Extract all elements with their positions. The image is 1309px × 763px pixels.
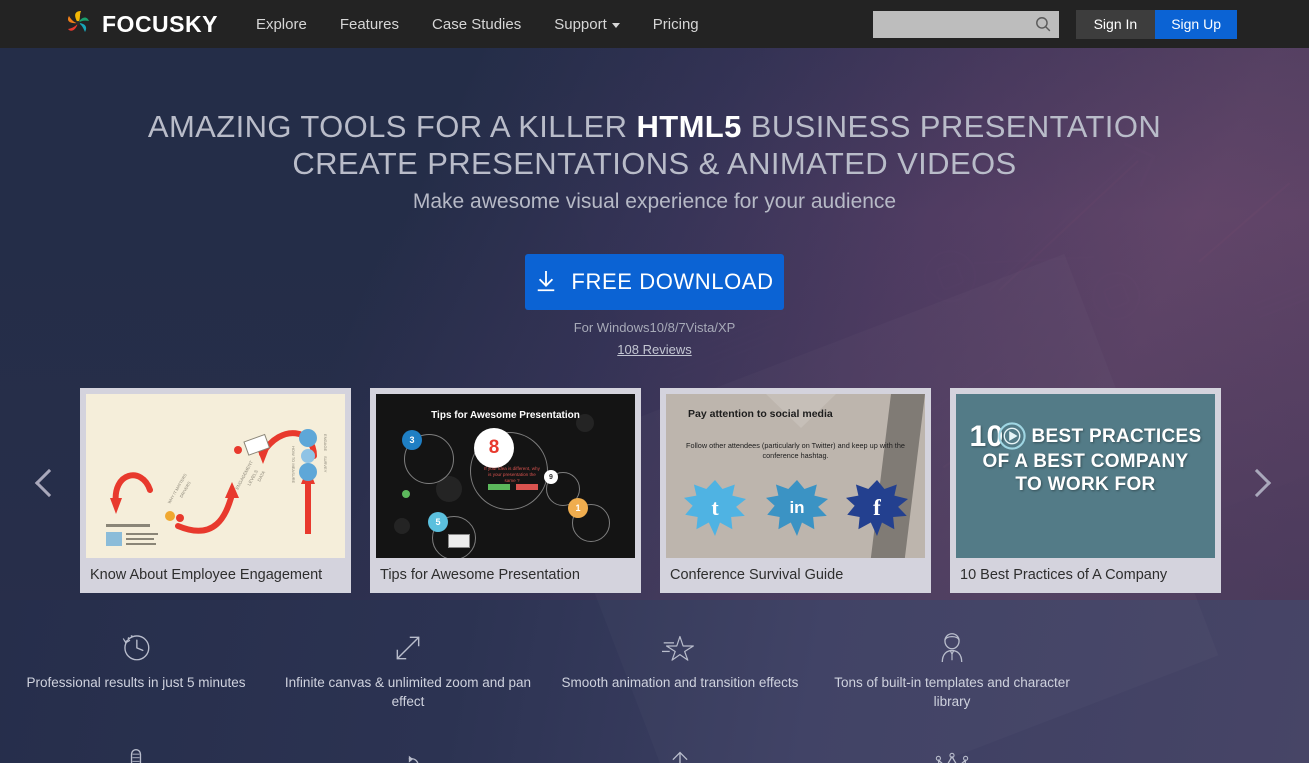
- sign-up-button[interactable]: Sign Up: [1155, 10, 1237, 39]
- nav-item-support-label: Support: [554, 16, 607, 33]
- reviews-link-wrap: 108 Reviews: [0, 341, 1309, 359]
- focusky-pinwheel-logo-icon: [62, 8, 94, 40]
- hero-headline-line2: CREATE PRESENTATIONS & ANIMATED VIDEOS: [0, 145, 1309, 182]
- nav-item-case-studies-label: Case Studies: [432, 16, 521, 33]
- search-box[interactable]: [873, 11, 1059, 38]
- carousel-card-3-thumbnail: Pay attention to social media Follow oth…: [666, 394, 925, 558]
- card4-line2: BEST PRACTICES: [1032, 425, 1202, 448]
- carousel-card-2-title: Tips for Awesome Presentation: [376, 558, 635, 593]
- play-circle-icon: [998, 422, 1026, 450]
- carousel-card-3[interactable]: Pay attention to social media Follow oth…: [660, 388, 931, 593]
- feature-professional-results-label: Professional results in just 5 minutes: [12, 673, 260, 692]
- chevron-right-icon: [1243, 469, 1271, 497]
- crown-icon: [828, 737, 1076, 763]
- os-compatibility-note: For Windows10/8/7Vista/XP: [0, 320, 1309, 335]
- features-row-2: [0, 737, 1309, 763]
- carousel-card-2-slide-title: Tips for Awesome Presentation: [376, 410, 635, 421]
- carousel-card-3-title: Conference Survival Guide: [666, 558, 925, 593]
- carousel-card-3-subtext: Follow other attendees (particularly on …: [674, 441, 917, 461]
- top-navigation-bar: FOCUSKY Explore Features Case Studies Su…: [0, 0, 1309, 48]
- carousel-card-1[interactable]: HOW TO MEASURE ENGAGE SURVEY WH: [80, 388, 351, 593]
- primary-nav-links: Explore Features Case Studies Support Pr…: [256, 16, 699, 33]
- feature-sync: [272, 737, 544, 763]
- nav-item-pricing[interactable]: Pricing: [653, 16, 699, 33]
- feature-premium-crown: [816, 737, 1088, 763]
- nav-right-group: Sign In Sign Up: [873, 10, 1237, 39]
- card4-line3: OF A BEST COMPANY: [956, 450, 1215, 473]
- nav-item-explore[interactable]: Explore: [256, 16, 307, 33]
- nav-item-support[interactable]: Support: [554, 16, 620, 33]
- feature-smooth-animation: Smooth animation and transition effects: [544, 620, 816, 711]
- svg-text:SURVEY: SURVEY: [323, 456, 328, 473]
- person-character-icon: [828, 620, 1076, 664]
- feature-publish-upload: [544, 737, 816, 763]
- bubble-9: 9: [544, 470, 558, 484]
- carousel-prev-button[interactable]: [34, 458, 64, 508]
- hero-headline-part2: BUSINESS PRESENTATION: [742, 109, 1161, 144]
- bubble-3: 3: [402, 430, 422, 450]
- hero-headline: AMAZING TOOLS FOR A KILLER HTML5 BUSINES…: [0, 108, 1309, 182]
- hero-headline-html5: HTML5: [636, 109, 741, 144]
- carousel-card-list: HOW TO MEASURE ENGAGE SURVEY WH: [0, 388, 1309, 593]
- carousel-card-2-thumbnail: Tips for Awesome Presentation 3 8 If you…: [376, 394, 635, 558]
- chevron-down-icon: [612, 23, 620, 28]
- feature-voice-recording: [0, 737, 272, 763]
- bubble-1: 1: [568, 498, 588, 518]
- brand-logo[interactable]: FOCUSKY: [62, 8, 218, 40]
- reviews-link[interactable]: 108 Reviews: [617, 342, 691, 357]
- template-carousel: HOW TO MEASURE ENGAGE SURVEY WH: [0, 388, 1309, 593]
- svg-text:ENGAGE: ENGAGE: [323, 434, 328, 451]
- hero-headline-line1: AMAZING TOOLS FOR A KILLER HTML5 BUSINES…: [0, 108, 1309, 145]
- hero-subheadline: Make awesome visual experience for your …: [0, 190, 1309, 214]
- feature-infinite-canvas: Infinite canvas & unlimited zoom and pan…: [272, 620, 544, 711]
- hero-cta-wrapper: FREE DOWNLOAD: [0, 254, 1309, 310]
- carousel-card-2[interactable]: Tips for Awesome Presentation 3 8 If you…: [370, 388, 641, 593]
- feature-professional-results: Professional results in just 5 minutes: [0, 620, 272, 711]
- nav-item-explore-label: Explore: [256, 16, 307, 33]
- expand-arrows-icon: [284, 620, 532, 664]
- shooting-star-icon: [556, 620, 804, 664]
- employee-engagement-diagram: HOW TO MEASURE ENGAGE SURVEY WH: [86, 394, 345, 558]
- features-section: Professional results in just 5 minutes I…: [0, 620, 1309, 763]
- brand-logo-text: FOCUSKY: [102, 11, 218, 38]
- feature-templates-library-label: Tons of built-in templates and character…: [828, 673, 1076, 711]
- carousel-card-1-title: Know About Employee Engagement: [86, 558, 345, 593]
- auth-buttons: Sign In Sign Up: [1076, 10, 1237, 39]
- card4-line4: TO WORK FOR: [956, 473, 1215, 496]
- upload-icon: [556, 737, 804, 763]
- carousel-card-4-slide-text: 10 BEST PRACTICES OF A BEST COMPANY TO W…: [956, 422, 1215, 496]
- nav-item-case-studies[interactable]: Case Studies: [432, 16, 521, 33]
- sync-arrows-icon: [284, 737, 532, 763]
- twitter-icon: t: [684, 480, 746, 536]
- feature-templates-library: Tons of built-in templates and character…: [816, 620, 1088, 711]
- nav-item-features[interactable]: Features: [340, 16, 399, 33]
- search-icon[interactable]: [1034, 15, 1053, 34]
- microphone-icon: [12, 737, 260, 763]
- hero-headline-part1: AMAZING TOOLS FOR A KILLER: [148, 109, 637, 144]
- search-input[interactable]: [873, 11, 1025, 38]
- clock-icon: [12, 620, 260, 664]
- bubble-5: 5: [428, 512, 448, 532]
- feature-infinite-canvas-label: Infinite canvas & unlimited zoom and pan…: [284, 673, 532, 711]
- sign-in-button[interactable]: Sign In: [1076, 10, 1156, 39]
- carousel-card-3-heading: Pay attention to social media: [688, 408, 898, 421]
- free-download-button[interactable]: FREE DOWNLOAD: [525, 254, 784, 310]
- nav-item-pricing-label: Pricing: [653, 16, 699, 33]
- carousel-card-1-thumbnail: HOW TO MEASURE ENGAGE SURVEY WH: [86, 394, 345, 558]
- features-row-1: Professional results in just 5 minutes I…: [0, 620, 1309, 711]
- free-download-label: FREE DOWNLOAD: [571, 269, 773, 295]
- chevron-left-icon: [35, 469, 63, 497]
- carousel-card-4-thumbnail: 10 BEST PRACTICES OF A BEST COMPANY TO W…: [956, 394, 1215, 558]
- svg-text:HOW TO MEASURE: HOW TO MEASURE: [291, 446, 296, 484]
- carousel-next-button[interactable]: [1242, 458, 1272, 508]
- linkedin-icon: in: [766, 480, 828, 536]
- download-arrow-icon: [535, 270, 557, 294]
- carousel-card-4-title: 10 Best Practices of A Company: [956, 558, 1215, 593]
- feature-smooth-animation-label: Smooth animation and transition effects: [556, 673, 804, 692]
- nav-item-features-label: Features: [340, 16, 399, 33]
- carousel-card-4[interactable]: 10 BEST PRACTICES OF A BEST COMPANY TO W…: [950, 388, 1221, 593]
- page-root: 9:14 PM: [0, 0, 1309, 763]
- bubble-8: 8: [474, 428, 514, 468]
